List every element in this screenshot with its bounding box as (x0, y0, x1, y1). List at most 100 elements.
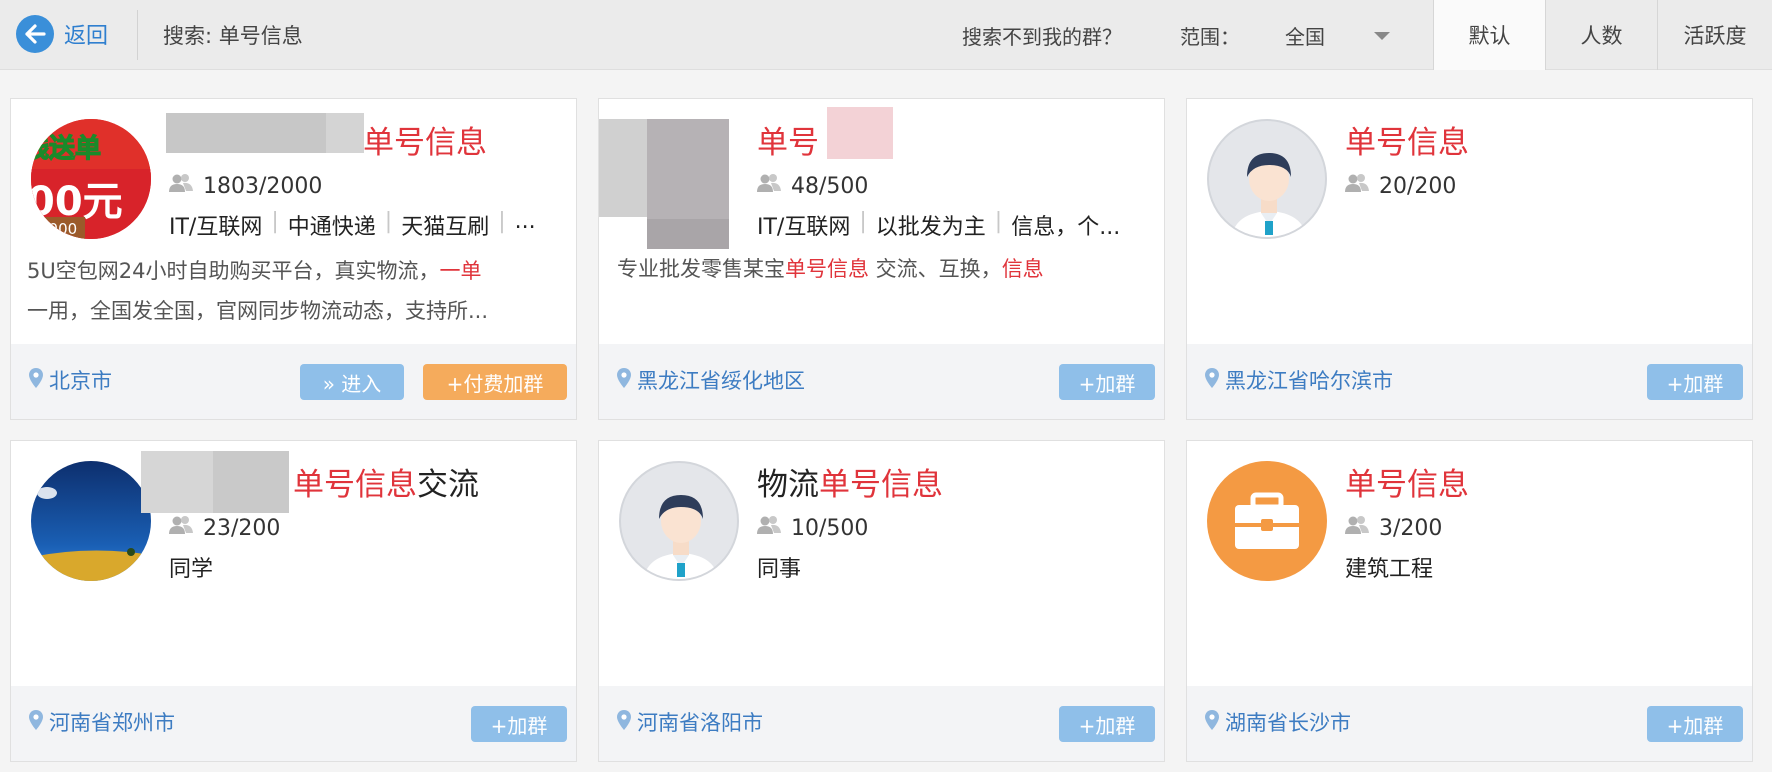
scope-label: 范围： (1180, 25, 1240, 49)
tag: ... (514, 209, 536, 234)
group-card[interactable]: 单号信息 20/200 黑龙江省哈尔滨市 +加群 (1186, 98, 1753, 420)
location-label: 河南省郑州市 (49, 711, 175, 735)
enter-group-button[interactable]: » 进入 (300, 364, 404, 400)
blurred-avatar (599, 119, 647, 217)
location: 湖南省长沙市 (1205, 707, 1351, 737)
group-description: 5U空包网24小时自助购买平台，真实物流，一单 一用，全国发全国，官网同步物流动… (27, 259, 489, 323)
group-card[interactable]: 单号 48/500 IT/互联网 | 以批发为主 | 信息，个... 专业批发零售某… (598, 98, 1165, 420)
location: 北京市 (29, 365, 112, 395)
join-group-button[interactable]: +加群 (471, 706, 567, 742)
blurred-avatar (647, 119, 729, 219)
blurred-name (326, 113, 364, 153)
member-count: 10/500 (757, 515, 868, 541)
avatar-text-top: 钱送单 (31, 134, 101, 164)
tag: 同学 (169, 557, 214, 582)
tag: 信息，个... (1011, 215, 1121, 240)
group-avatar (31, 461, 151, 581)
members-icon (1345, 173, 1369, 199)
member-count-value: 20/200 (1379, 173, 1457, 199)
group-card[interactable]: 物流单号信息 10/500 同事 河南省洛阳市 +加群 (598, 440, 1165, 762)
group-title[interactable]: 单号信息 (363, 117, 487, 162)
tag: 以批发为主 (875, 215, 986, 240)
back-label: 返回 (64, 24, 109, 49)
group-title[interactable]: 单号信息 (1345, 459, 1469, 504)
card-footer: 黑龙江省绥化地区 +加群 (599, 344, 1164, 419)
location-label: 黑龙江省绥化地区 (637, 369, 805, 393)
location-pin-icon (29, 709, 43, 735)
group-description: 专业批发零售某宝单号信息 交流、互换，信息 (617, 257, 1044, 281)
default-avatar-icon (1207, 119, 1327, 239)
member-count: 20/200 (1345, 173, 1456, 199)
tag: IT/互联网 (169, 215, 263, 240)
tab-default[interactable]: 默认 (1433, 0, 1545, 70)
group-tags: IT/互联网 | 以批发为主 | 信息，个... (757, 209, 1121, 240)
group-card[interactable]: 钱送单 00元 2000 单号信息 1803/2000 IT/互联网| 中通快递… (10, 98, 577, 420)
group-tags: IT/互联网 | 中通快递 | 天猫互刷 | ... (169, 209, 536, 240)
tag: 天猫互刷 (401, 215, 490, 240)
member-count: 48/500 (757, 173, 868, 199)
member-count-value: 1803/2000 (203, 173, 323, 199)
toolbar-divider (137, 10, 138, 60)
members-icon (1345, 515, 1369, 541)
location-pin-icon (29, 367, 43, 393)
blurred-name (166, 113, 326, 153)
join-group-button[interactable]: +加群 (1059, 364, 1155, 400)
location: 黑龙江省绥化地区 (617, 365, 805, 395)
card-footer: 河南省郑州市 +加群 (11, 686, 576, 761)
group-avatar: 钱送单 00元 2000 (31, 119, 151, 239)
join-group-button[interactable]: +加群 (1647, 364, 1743, 400)
location: 黑龙江省哈尔滨市 (1205, 365, 1393, 395)
member-count: 1803/2000 (169, 173, 322, 199)
group-tags: 同事 (757, 551, 801, 583)
location-label: 河南省洛阳市 (637, 711, 763, 735)
tag: 同事 (757, 557, 802, 582)
members-icon (757, 515, 781, 541)
group-card[interactable]: 单号信息交流 23/200 同学 河南省郑州市 +加群 (10, 440, 577, 762)
scope-select-value: 全国 (1285, 25, 1325, 49)
group-title[interactable]: 物流单号信息 (757, 459, 943, 504)
members-icon (169, 173, 193, 199)
search-query-label: 搜索: 单号信息 (163, 24, 303, 48)
dropdown-arrow-icon (1374, 32, 1390, 40)
briefcase-icon (1207, 461, 1327, 581)
top-toolbar: 返回 搜索: 单号信息 搜索不到我的群？ 范围： 全国 默认 人数 活跃度 (0, 0, 1772, 70)
members-icon (169, 515, 193, 541)
back-arrow-icon (16, 15, 54, 53)
tag: 中通快递 (287, 215, 376, 240)
member-count-value: 10/500 (791, 515, 869, 541)
join-group-button[interactable]: +加群 (1059, 706, 1155, 742)
group-title[interactable]: 单号信息交流 (293, 459, 479, 504)
cant-find-group-link[interactable]: 搜索不到我的群？ (962, 21, 1122, 50)
join-group-button[interactable]: +加群 (1647, 706, 1743, 742)
member-count: 23/200 (169, 515, 280, 541)
default-avatar-icon (619, 461, 739, 581)
group-title[interactable]: 单号信息 (1345, 117, 1469, 162)
group-card[interactable]: 单号信息 3/200 建筑工程 湖南省长沙市 +加群 (1186, 440, 1753, 762)
blurred-avatar (647, 219, 729, 249)
location-label: 北京市 (49, 369, 112, 393)
card-footer: 河南省洛阳市 +加群 (599, 686, 1164, 761)
location-label: 黑龙江省哈尔滨市 (1225, 369, 1393, 393)
blurred-name (141, 451, 213, 513)
location: 河南省洛阳市 (617, 707, 763, 737)
location-pin-icon (1205, 709, 1219, 735)
blurred-name (213, 451, 289, 513)
member-count-value: 48/500 (791, 173, 869, 199)
members-icon (757, 173, 781, 199)
card-footer: 黑龙江省哈尔滨市 +加群 (1187, 344, 1752, 419)
group-title[interactable]: 单号 (757, 117, 819, 162)
avatar-badge: 2000 (39, 220, 77, 238)
location-pin-icon (617, 709, 631, 735)
location-pin-icon (617, 367, 631, 393)
member-count: 3/200 (1345, 515, 1442, 541)
blurred-name (827, 107, 893, 159)
group-tags: 同学 (169, 551, 213, 583)
card-footer: 湖南省长沙市 +加群 (1187, 686, 1752, 761)
tab-members[interactable]: 人数 (1545, 0, 1657, 70)
member-count-value: 3/200 (1379, 515, 1443, 541)
location: 河南省郑州市 (29, 707, 175, 737)
paid-join-button[interactable]: +付费加群 (423, 364, 567, 400)
back-button[interactable]: 返回 (16, 14, 108, 54)
tag: 建筑工程 (1345, 557, 1434, 582)
tab-activity[interactable]: 活跃度 (1657, 0, 1772, 70)
